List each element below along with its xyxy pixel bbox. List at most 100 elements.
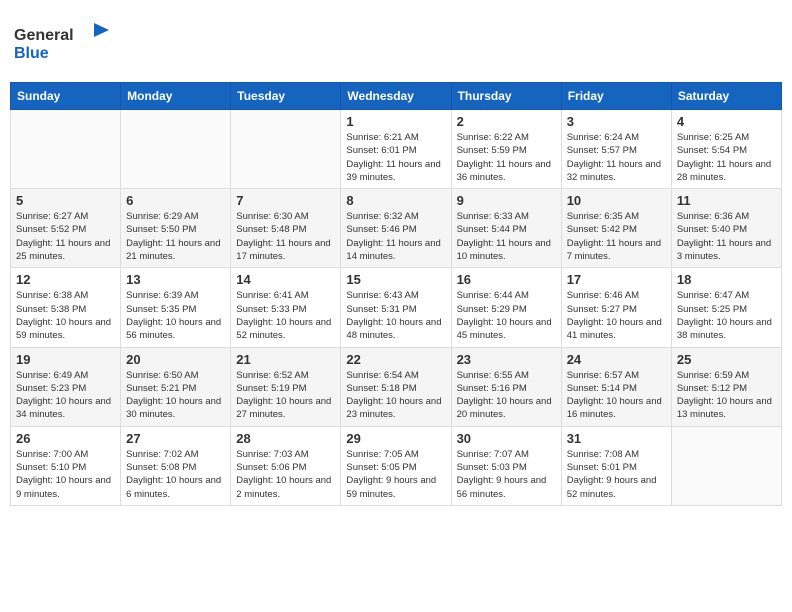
day-number: 4 (677, 114, 776, 129)
day-number: 25 (677, 352, 776, 367)
calendar-cell: 28 Sunrise: 7:03 AM Sunset: 5:06 PM Dayli… (231, 426, 341, 505)
calendar-cell: 19 Sunrise: 6:49 AM Sunset: 5:23 PM Dayli… (11, 347, 121, 426)
day-number: 6 (126, 193, 225, 208)
day-number: 13 (126, 272, 225, 287)
calendar-cell (231, 110, 341, 189)
calendar-week-5: 26 Sunrise: 7:00 AM Sunset: 5:10 PM Dayli… (11, 426, 782, 505)
day-number: 2 (457, 114, 556, 129)
day-info: Sunrise: 7:02 AM Sunset: 5:08 PM Dayligh… (126, 448, 225, 501)
day-info: Sunrise: 6:27 AM Sunset: 5:52 PM Dayligh… (16, 210, 115, 263)
day-header-monday: Monday (121, 83, 231, 110)
day-number: 16 (457, 272, 556, 287)
calendar-cell: 26 Sunrise: 7:00 AM Sunset: 5:10 PM Dayli… (11, 426, 121, 505)
day-info: Sunrise: 6:50 AM Sunset: 5:21 PM Dayligh… (126, 369, 225, 422)
day-number: 19 (16, 352, 115, 367)
logo-icon: General Blue (14, 18, 114, 63)
calendar-cell: 5 Sunrise: 6:27 AM Sunset: 5:52 PM Daylig… (11, 189, 121, 268)
calendar-cell: 11Sunrise: 6:36 AM Sunset: 5:40 PM Dayli… (671, 189, 781, 268)
day-info: Sunrise: 6:49 AM Sunset: 5:23 PM Dayligh… (16, 369, 115, 422)
day-number: 27 (126, 431, 225, 446)
day-info: Sunrise: 6:29 AM Sunset: 5:50 PM Dayligh… (126, 210, 225, 263)
day-number: 26 (16, 431, 115, 446)
calendar-cell: 16 Sunrise: 6:44 AM Sunset: 5:29 PM Dayli… (451, 268, 561, 347)
calendar-cell: 10Sunrise: 6:35 AM Sunset: 5:42 PM Dayli… (561, 189, 671, 268)
day-info: Sunrise: 6:43 AM Sunset: 5:31 PM Dayligh… (346, 289, 445, 342)
day-number: 20 (126, 352, 225, 367)
day-info: Sunrise: 6:33 AM Sunset: 5:44 PM Dayligh… (457, 210, 556, 263)
calendar-cell: 4 Sunrise: 6:25 AM Sunset: 5:54 PM Daylig… (671, 110, 781, 189)
day-number: 29 (346, 431, 445, 446)
day-info: Sunrise: 6:54 AM Sunset: 5:18 PM Dayligh… (346, 369, 445, 422)
day-info: Sunrise: 7:05 AM Sunset: 5:05 PM Dayligh… (346, 448, 445, 501)
day-number: 5 (16, 193, 115, 208)
day-header-tuesday: Tuesday (231, 83, 341, 110)
calendar-table: SundayMondayTuesdayWednesdayThursdayFrid… (10, 82, 782, 506)
day-number: 30 (457, 431, 556, 446)
calendar-cell: 29 Sunrise: 7:05 AM Sunset: 5:05 PM Dayli… (341, 426, 451, 505)
day-number: 24 (567, 352, 666, 367)
calendar-cell: 13Sunrise: 6:39 AM Sunset: 5:35 PM Dayli… (121, 268, 231, 347)
day-info: Sunrise: 6:30 AM Sunset: 5:48 PM Dayligh… (236, 210, 335, 263)
day-info: Sunrise: 6:21 AM Sunset: 6:01 PM Dayligh… (346, 131, 445, 184)
calendar-cell: 9 Sunrise: 6:33 AM Sunset: 5:44 PM Daylig… (451, 189, 561, 268)
day-info: Sunrise: 6:22 AM Sunset: 5:59 PM Dayligh… (457, 131, 556, 184)
calendar-cell: 18Sunrise: 6:47 AM Sunset: 5:25 PM Dayli… (671, 268, 781, 347)
calendar-cell: 24 Sunrise: 6:57 AM Sunset: 5:14 PM Dayli… (561, 347, 671, 426)
calendar-cell: 12 Sunrise: 6:38 AM Sunset: 5:38 PM Dayli… (11, 268, 121, 347)
day-info: Sunrise: 6:47 AM Sunset: 5:25 PM Dayligh… (677, 289, 776, 342)
day-info: Sunrise: 6:44 AM Sunset: 5:29 PM Dayligh… (457, 289, 556, 342)
day-info: Sunrise: 6:59 AM Sunset: 5:12 PM Dayligh… (677, 369, 776, 422)
day-info: Sunrise: 7:00 AM Sunset: 5:10 PM Dayligh… (16, 448, 115, 501)
calendar-cell (11, 110, 121, 189)
calendar-cell: 23Sunrise: 6:55 AM Sunset: 5:16 PM Dayli… (451, 347, 561, 426)
calendar-cell: 27 Sunrise: 7:02 AM Sunset: 5:08 PM Dayli… (121, 426, 231, 505)
day-number: 9 (457, 193, 556, 208)
page-header: General Blue (10, 10, 782, 76)
day-info: Sunrise: 6:57 AM Sunset: 5:14 PM Dayligh… (567, 369, 666, 422)
day-header-sunday: Sunday (11, 83, 121, 110)
day-info: Sunrise: 6:38 AM Sunset: 5:38 PM Dayligh… (16, 289, 115, 342)
day-header-friday: Friday (561, 83, 671, 110)
day-info: Sunrise: 6:25 AM Sunset: 5:54 PM Dayligh… (677, 131, 776, 184)
day-number: 1 (346, 114, 445, 129)
calendar-cell: 20 Sunrise: 6:50 AM Sunset: 5:21 PM Dayli… (121, 347, 231, 426)
day-info: Sunrise: 6:35 AM Sunset: 5:42 PM Dayligh… (567, 210, 666, 263)
day-info: Sunrise: 6:52 AM Sunset: 5:19 PM Dayligh… (236, 369, 335, 422)
day-info: Sunrise: 7:07 AM Sunset: 5:03 PM Dayligh… (457, 448, 556, 501)
day-info: Sunrise: 7:03 AM Sunset: 5:06 PM Dayligh… (236, 448, 335, 501)
logo-text: General Blue (14, 18, 114, 68)
svg-text:General: General (14, 27, 74, 44)
calendar-cell: 22Sunrise: 6:54 AM Sunset: 5:18 PM Dayli… (341, 347, 451, 426)
day-info: Sunrise: 6:46 AM Sunset: 5:27 PM Dayligh… (567, 289, 666, 342)
calendar-week-2: 5 Sunrise: 6:27 AM Sunset: 5:52 PM Daylig… (11, 189, 782, 268)
day-number: 14 (236, 272, 335, 287)
calendar-cell: 14Sunrise: 6:41 AM Sunset: 5:33 PM Dayli… (231, 268, 341, 347)
day-info: Sunrise: 7:08 AM Sunset: 5:01 PM Dayligh… (567, 448, 666, 501)
day-header-saturday: Saturday (671, 83, 781, 110)
day-number: 15 (346, 272, 445, 287)
calendar-cell: 30 Sunrise: 7:07 AM Sunset: 5:03 PM Dayli… (451, 426, 561, 505)
calendar-cell: 15 Sunrise: 6:43 AM Sunset: 5:31 PM Dayli… (341, 268, 451, 347)
day-number: 23 (457, 352, 556, 367)
calendar-cell: 25 Sunrise: 6:59 AM Sunset: 5:12 PM Dayli… (671, 347, 781, 426)
calendar-cell: 17 Sunrise: 6:46 AM Sunset: 5:27 PM Dayli… (561, 268, 671, 347)
logo: General Blue (14, 18, 114, 68)
calendar-cell: 3Sunrise: 6:24 AM Sunset: 5:57 PM Daylig… (561, 110, 671, 189)
day-number: 31 (567, 431, 666, 446)
calendar-cell: 2 Sunrise: 6:22 AM Sunset: 5:59 PM Daylig… (451, 110, 561, 189)
calendar-cell: 8Sunrise: 6:32 AM Sunset: 5:46 PM Daylig… (341, 189, 451, 268)
day-number: 28 (236, 431, 335, 446)
day-number: 17 (567, 272, 666, 287)
day-header-thursday: Thursday (451, 83, 561, 110)
day-number: 8 (346, 193, 445, 208)
calendar-week-4: 19 Sunrise: 6:49 AM Sunset: 5:23 PM Dayli… (11, 347, 782, 426)
calendar-week-3: 12 Sunrise: 6:38 AM Sunset: 5:38 PM Dayli… (11, 268, 782, 347)
day-number: 21 (236, 352, 335, 367)
calendar-cell: 21 Sunrise: 6:52 AM Sunset: 5:19 PM Dayli… (231, 347, 341, 426)
day-info: Sunrise: 6:24 AM Sunset: 5:57 PM Dayligh… (567, 131, 666, 184)
day-number: 7 (236, 193, 335, 208)
day-info: Sunrise: 6:36 AM Sunset: 5:40 PM Dayligh… (677, 210, 776, 263)
calendar-cell: 1 Sunrise: 6:21 AM Sunset: 6:01 PM Daylig… (341, 110, 451, 189)
day-number: 12 (16, 272, 115, 287)
svg-text:Blue: Blue (14, 45, 49, 62)
